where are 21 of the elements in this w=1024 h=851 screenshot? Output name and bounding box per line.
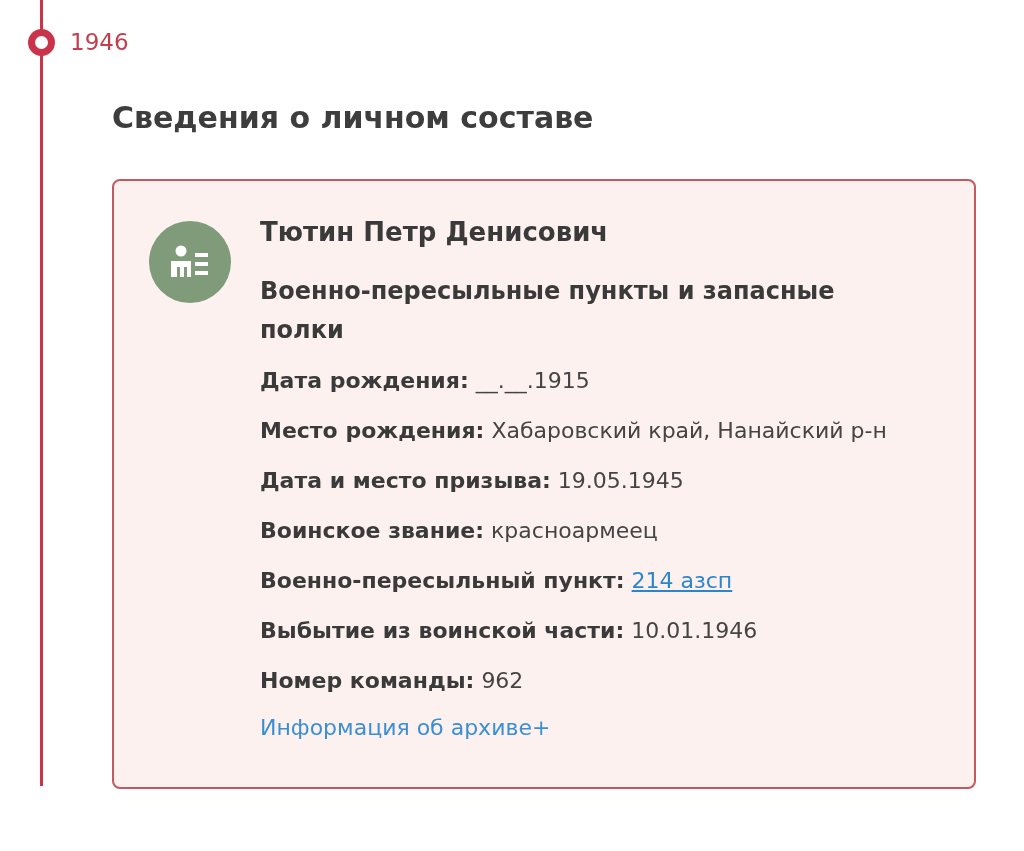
field-label: Выбытие из воинской части: — [260, 618, 625, 643]
archive-info-link[interactable]: Информация об архиве+ — [260, 713, 551, 743]
field-link[interactable]: 214 азсп — [631, 568, 733, 593]
person-name: Тютин Петр Денисович — [260, 216, 610, 249]
field-value: __.__.1915 — [475, 368, 590, 393]
field-label: Дата и место призыва: — [260, 468, 551, 493]
field-label: Дата рождения: — [260, 368, 469, 393]
field-value: Хабаровский край, Нанайский р-н — [491, 418, 887, 443]
field-label: Воинское звание: — [260, 518, 485, 543]
timeline-year: 1946 — [70, 28, 129, 56]
field-value: 962 — [481, 668, 524, 693]
field-value: красноармеец — [491, 518, 658, 543]
person-list-icon — [149, 221, 231, 303]
timeline-marker-icon — [28, 29, 55, 56]
field-label: Номер команды: — [260, 668, 475, 693]
section-title: Сведения о личном составе — [112, 99, 595, 137]
field-label: Место рождения: — [260, 418, 485, 443]
field-value: 19.05.1945 — [557, 468, 684, 493]
record-category: Военно-пересыльные пункты и запасные полки — [260, 276, 836, 346]
field-value: 10.01.1946 — [631, 618, 758, 643]
field-label: Военно-пересыльный пункт: — [260, 568, 625, 593]
